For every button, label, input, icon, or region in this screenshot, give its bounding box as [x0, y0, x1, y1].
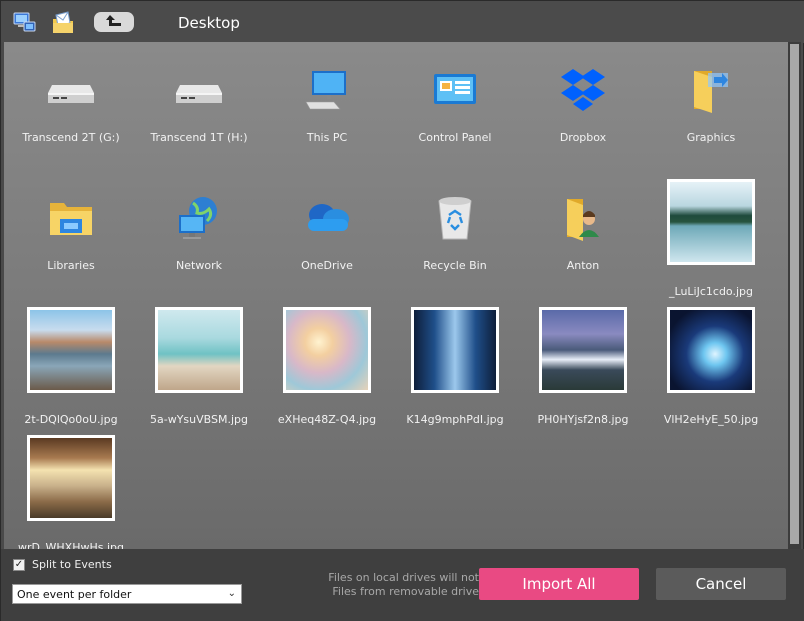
item-label: _LuLiJc1cdo.jpg — [669, 285, 753, 298]
event-grouping-select[interactable]: One event per folder ⌄ — [12, 584, 242, 604]
drive-icon — [176, 75, 222, 109]
grid-item-transcend-1t[interactable]: Transcend 1T (H:) — [135, 47, 263, 175]
item-label: Transcend 2T (G:) — [22, 131, 120, 144]
grid-item-recycle-bin[interactable]: Recycle Bin — [391, 175, 519, 303]
grid-item-control-panel[interactable]: Control Panel — [391, 47, 519, 175]
control-panel-icon — [433, 72, 477, 112]
grid-item-photo[interactable]: _LuLiJc1cdo.jpg — [647, 175, 775, 303]
up-folder-button[interactable] — [94, 12, 134, 32]
removable-drives-note: Files from removable drive — [332, 585, 479, 598]
grid-item-transcend-2t[interactable]: Transcend 2T (G:) — [7, 47, 135, 175]
grid-item-photo[interactable]: 5a-wYsuVBSM.jpg — [135, 303, 263, 431]
recycle-bin-icon — [435, 195, 475, 245]
item-label: Network — [176, 259, 222, 272]
vertical-scrollbar[interactable] — [788, 42, 801, 549]
item-label: Control Panel — [418, 131, 492, 144]
photo-thumbnail — [27, 435, 115, 521]
grid-item-graphics[interactable]: Graphics — [647, 47, 775, 175]
split-to-events-checkbox[interactable]: ✓ — [13, 559, 25, 571]
item-label: Graphics — [686, 131, 736, 144]
dropbox-icon — [559, 67, 607, 117]
grid-item-photo[interactable]: VlH2eHyE_50.jpg — [647, 303, 775, 431]
user-folder-icon — [561, 195, 605, 245]
event-grouping-value: One event per folder — [17, 588, 132, 601]
cancel-button[interactable]: Cancel — [656, 568, 786, 600]
cloud-icon — [302, 201, 352, 239]
item-label: PH0HYjsf2n8.jpg — [537, 413, 629, 426]
network-icon — [175, 195, 223, 245]
item-label: Recycle Bin — [423, 259, 487, 272]
photo-thumbnail — [411, 307, 499, 393]
grid-item-this-pc[interactable]: This PC — [263, 47, 391, 175]
grid-item-photo[interactable]: eXHeq48Z-Q4.jpg — [263, 303, 391, 431]
drive-icon — [48, 75, 94, 109]
photo-thumbnail — [283, 307, 371, 393]
item-label: Dropbox — [559, 131, 607, 144]
scrollbar-thumb[interactable] — [790, 44, 799, 544]
item-label: Libraries — [47, 259, 95, 272]
folder-icon — [690, 67, 732, 117]
import-dialog: Desktop Transcend 2T (G:) Transcend 1T (… — [0, 0, 804, 621]
grid-item-libraries[interactable]: Libraries — [7, 175, 135, 303]
item-label: Transcend 1T (H:) — [150, 131, 248, 144]
file-grid: Transcend 2T (G:) Transcend 1T (H:) This… — [4, 42, 788, 549]
header-bar: Desktop — [1, 1, 804, 43]
grid-item-dropbox[interactable]: Dropbox — [519, 47, 647, 175]
item-label: wrD_WHXHwHs.jpg — [18, 541, 124, 549]
footer-bar: ✓ Split to Events One event per folder ⌄… — [1, 549, 804, 621]
item-label: eXHeq48Z-Q4.jpg — [277, 413, 377, 426]
grid-item-photo[interactable]: wrD_WHXHwHs.jpg — [7, 431, 135, 549]
item-label: VlH2eHyE_50.jpg — [663, 413, 759, 426]
grid-item-onedrive[interactable]: OneDrive — [263, 175, 391, 303]
item-label: This PC — [306, 131, 348, 144]
import-all-button[interactable]: Import All — [479, 568, 639, 600]
item-label: 2t-DQlQo0oU.jpg — [24, 413, 118, 426]
grid-item-photo[interactable]: PH0HYjsf2n8.jpg — [519, 303, 647, 431]
photo-thumbnail — [667, 179, 755, 265]
photo-thumbnail — [667, 307, 755, 393]
page-title: Desktop — [178, 14, 240, 32]
item-label: Anton — [566, 259, 600, 272]
item-label: 5a-wYsuVBSM.jpg — [150, 413, 248, 426]
local-drives-note: Files on local drives will not — [328, 571, 479, 584]
envelope-folder-icon[interactable] — [50, 10, 76, 36]
split-to-events-label: Split to Events — [32, 558, 112, 571]
photo-thumbnail — [155, 307, 243, 393]
item-label: OneDrive — [301, 259, 353, 272]
chevron-down-icon: ⌄ — [227, 588, 236, 599]
up-arrow-icon — [105, 13, 123, 32]
computer-icon[interactable] — [12, 10, 38, 36]
grid-item-photo[interactable]: K14g9mphPdI.jpg — [391, 303, 519, 431]
grid-item-network[interactable]: Network — [135, 175, 263, 303]
computer-icon — [304, 68, 350, 116]
libraries-icon — [48, 199, 94, 241]
grid-item-photo[interactable]: 2t-DQlQo0oU.jpg — [7, 303, 135, 431]
item-label: K14g9mphPdI.jpg — [406, 413, 504, 426]
photo-thumbnail — [27, 307, 115, 393]
photo-thumbnail — [539, 307, 627, 393]
grid-item-anton[interactable]: Anton — [519, 175, 647, 303]
